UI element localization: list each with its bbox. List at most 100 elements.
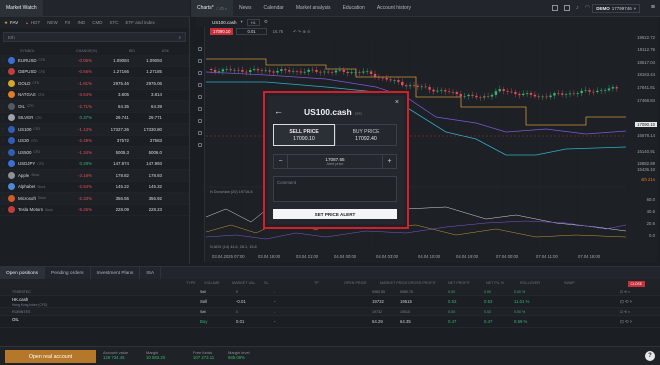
market-row[interactable]: ⋮ US500 CFD -1.34% 5005.3 5006.0 (0, 147, 189, 159)
market-row[interactable]: ⋮ Apple Stock -3.16% 178.82 178.93 (0, 170, 189, 182)
bid-price[interactable]: 64.35 (95, 104, 131, 109)
drawing-tools[interactable]: ↶ ↷ ⊕ ⊖ (293, 29, 311, 34)
market-row[interactable]: ⋮ EURUSD CFD -0.06% 1.09084 1.09093 (0, 55, 189, 67)
mw-tab-ind[interactable]: IND (77, 20, 85, 25)
sell-price-option[interactable]: SELL PRICE 17090.10 (273, 124, 335, 146)
row-actions-icon[interactable]: ⊡ ⟲ × (620, 310, 630, 314)
magnet-icon[interactable] (198, 131, 202, 135)
tab-account-history[interactable]: Account history (371, 0, 417, 17)
mw-tab-fx[interactable]: FX (65, 20, 71, 25)
set-price-alert-button[interactable]: SET PRICE ALERT (273, 209, 397, 219)
trash-icon[interactable] (198, 143, 202, 147)
bid-price[interactable]: 228.09 (95, 207, 131, 212)
hline-icon[interactable] (198, 71, 202, 75)
dots-icon[interactable]: ⋮ (0, 173, 6, 178)
buy-price-option[interactable]: BUY PRICE 17092.40 (335, 124, 397, 146)
bid-price[interactable]: 178.82 (95, 173, 131, 178)
window-icon[interactable] (563, 5, 570, 11)
dots-icon[interactable]: ⋮ (0, 104, 6, 109)
ask-price[interactable]: 228.23 (131, 207, 166, 212)
help-icon[interactable]: ? (645, 351, 655, 361)
position-row[interactable]: OIL Buy 0.01 - 64.29 64.35 0.47 0.47 0.59 % ⊡ ⟲ × (0, 316, 660, 329)
tab-market-analysis[interactable]: Market analysis (290, 0, 337, 17)
dots-icon[interactable]: ⋮ (0, 81, 6, 86)
fib-icon[interactable] (198, 83, 202, 87)
open-real-account-button[interactable]: Open real account (5, 350, 96, 363)
mw-tab-hot[interactable]: ▲ HOT (25, 20, 40, 25)
ask-price[interactable]: 3.814 (131, 92, 166, 97)
position-row[interactable]: ROBINTES Sell 0 - 19732 19515 0.00 0.53 0.00 % ⊡ … (0, 308, 660, 317)
mw-tab-new[interactable]: NEW (47, 20, 58, 25)
dots-icon[interactable]: ⋮ (0, 196, 6, 201)
quick-sell-button[interactable]: 17090.10 (210, 28, 234, 35)
gear-icon[interactable]: ⚙ (264, 19, 268, 25)
alert-price-input[interactable]: 17087.65 Alert price (288, 157, 382, 167)
decrement-button[interactable]: − (274, 155, 288, 168)
sound-icon[interactable]: ♪ (576, 5, 579, 11)
bid-price[interactable]: 147.974 (95, 161, 131, 166)
tab-isa[interactable]: ISA (140, 267, 162, 279)
bid-price[interactable]: 1.27166 (95, 69, 131, 74)
measure-icon[interactable] (198, 119, 202, 123)
market-row[interactable]: ⋮ Microsoft Stock -2.33% 356.55 356.92 (0, 193, 189, 205)
symbol-search[interactable]: Eth ⌕ (3, 32, 186, 42)
trendline-icon[interactable] (198, 59, 202, 63)
tab-pending-orders[interactable]: Pending orders (45, 267, 91, 279)
position-row[interactable]: HK.cash Hong Kong Index (CFD) Sell -0.01 - 19… (0, 296, 660, 309)
tab-education[interactable]: Education (337, 0, 371, 17)
dots-icon[interactable]: ⋮ (0, 161, 6, 166)
bid-price[interactable]: 356.55 (95, 196, 131, 201)
ask-price[interactable]: 1.27185 (131, 69, 166, 74)
ask-price[interactable]: 29.771 (131, 115, 166, 120)
bid-price[interactable]: 17327.26 (95, 127, 131, 132)
search-input[interactable]: Eth (8, 35, 15, 40)
mw-tab-cmd[interactable]: CMD (92, 20, 102, 25)
mw-tab-stc[interactable]: STC (109, 20, 118, 25)
layout-icon[interactable] (551, 5, 558, 11)
increment-button[interactable]: + (382, 155, 396, 168)
back-arrow-icon[interactable]: ← (274, 107, 283, 116)
tab-market-watch[interactable]: Market Watch (0, 0, 43, 17)
position-sl[interactable]: - (274, 299, 275, 304)
comment-field[interactable]: Comment (273, 176, 397, 202)
mw-tab-etf-and-index[interactable]: ETF and index (125, 20, 154, 25)
market-row[interactable]: ⋮ US100 CFD -1.13% 17327.26 17330.80 (0, 124, 189, 136)
market-row[interactable]: ⋮ USDJPY CFD 0.29% 147.974 147.993 (0, 159, 189, 170)
bid-price[interactable]: 5005.3 (95, 150, 131, 155)
mw-tab-fav[interactable]: ★ FAV (4, 20, 18, 26)
ask-price[interactable]: 17330.80 (131, 127, 166, 132)
position-sl[interactable]: - (274, 319, 275, 324)
chevron-down-icon[interactable]: ▾ (241, 19, 243, 25)
position-sl[interactable]: - (274, 310, 275, 314)
ask-price[interactable]: 356.92 (131, 196, 166, 201)
position-sl[interactable]: - (274, 290, 275, 294)
dots-icon[interactable]: ⋮ (0, 207, 6, 212)
ask-price[interactable]: 64.39 (131, 104, 166, 109)
bid-price[interactable]: 37572 (95, 138, 131, 143)
ask-price[interactable]: 1.09093 (131, 58, 166, 63)
dots-icon[interactable]: ⋮ (0, 184, 6, 189)
market-row[interactable]: ⋮ SILVER CFD 0.37% 29.741 29.771 (0, 113, 189, 124)
dots-icon[interactable]: ⋮ (0, 150, 6, 155)
tab-investment-plans[interactable]: Investment Plans (91, 267, 141, 279)
dots-icon[interactable]: ⋮ (0, 92, 6, 97)
bid-price[interactable]: 3.805 (95, 92, 131, 97)
quick-volume-input[interactable]: 0.01 (236, 28, 267, 35)
bid-price[interactable]: 2975.46 (95, 81, 131, 86)
market-row[interactable]: ⋮ OIL CFD -2.71% 64.35 64.39 (0, 101, 189, 113)
row-actions-icon[interactable]: ⊡ ⟲ × (620, 299, 632, 305)
text-icon[interactable] (198, 95, 202, 99)
ask-price[interactable]: 178.93 (131, 173, 166, 178)
dots-icon[interactable]: ⋮ (0, 115, 6, 120)
row-actions-icon[interactable]: ⊡ ⟲ × (620, 319, 632, 325)
market-row[interactable]: ⋮ GBPUSD CFD -0.66% 1.27166 1.27185 (0, 67, 189, 78)
bid-price[interactable]: 145.22 (95, 184, 131, 189)
account-selector[interactable]: DEMO 17799746 ▾ (592, 4, 640, 13)
close-icon[interactable]: × (395, 99, 399, 106)
dots-icon[interactable]: ⋮ (0, 138, 6, 143)
bid-price[interactable]: 29.741 (95, 115, 131, 120)
menu-icon[interactable]: ≡ (651, 4, 655, 11)
chart-symbol[interactable]: US100.cash (212, 20, 237, 25)
market-row[interactable]: ⋮ US30 CFD -2.49% 37572 37583 (0, 136, 189, 147)
close-all-button[interactable]: CLOSE (627, 281, 645, 287)
